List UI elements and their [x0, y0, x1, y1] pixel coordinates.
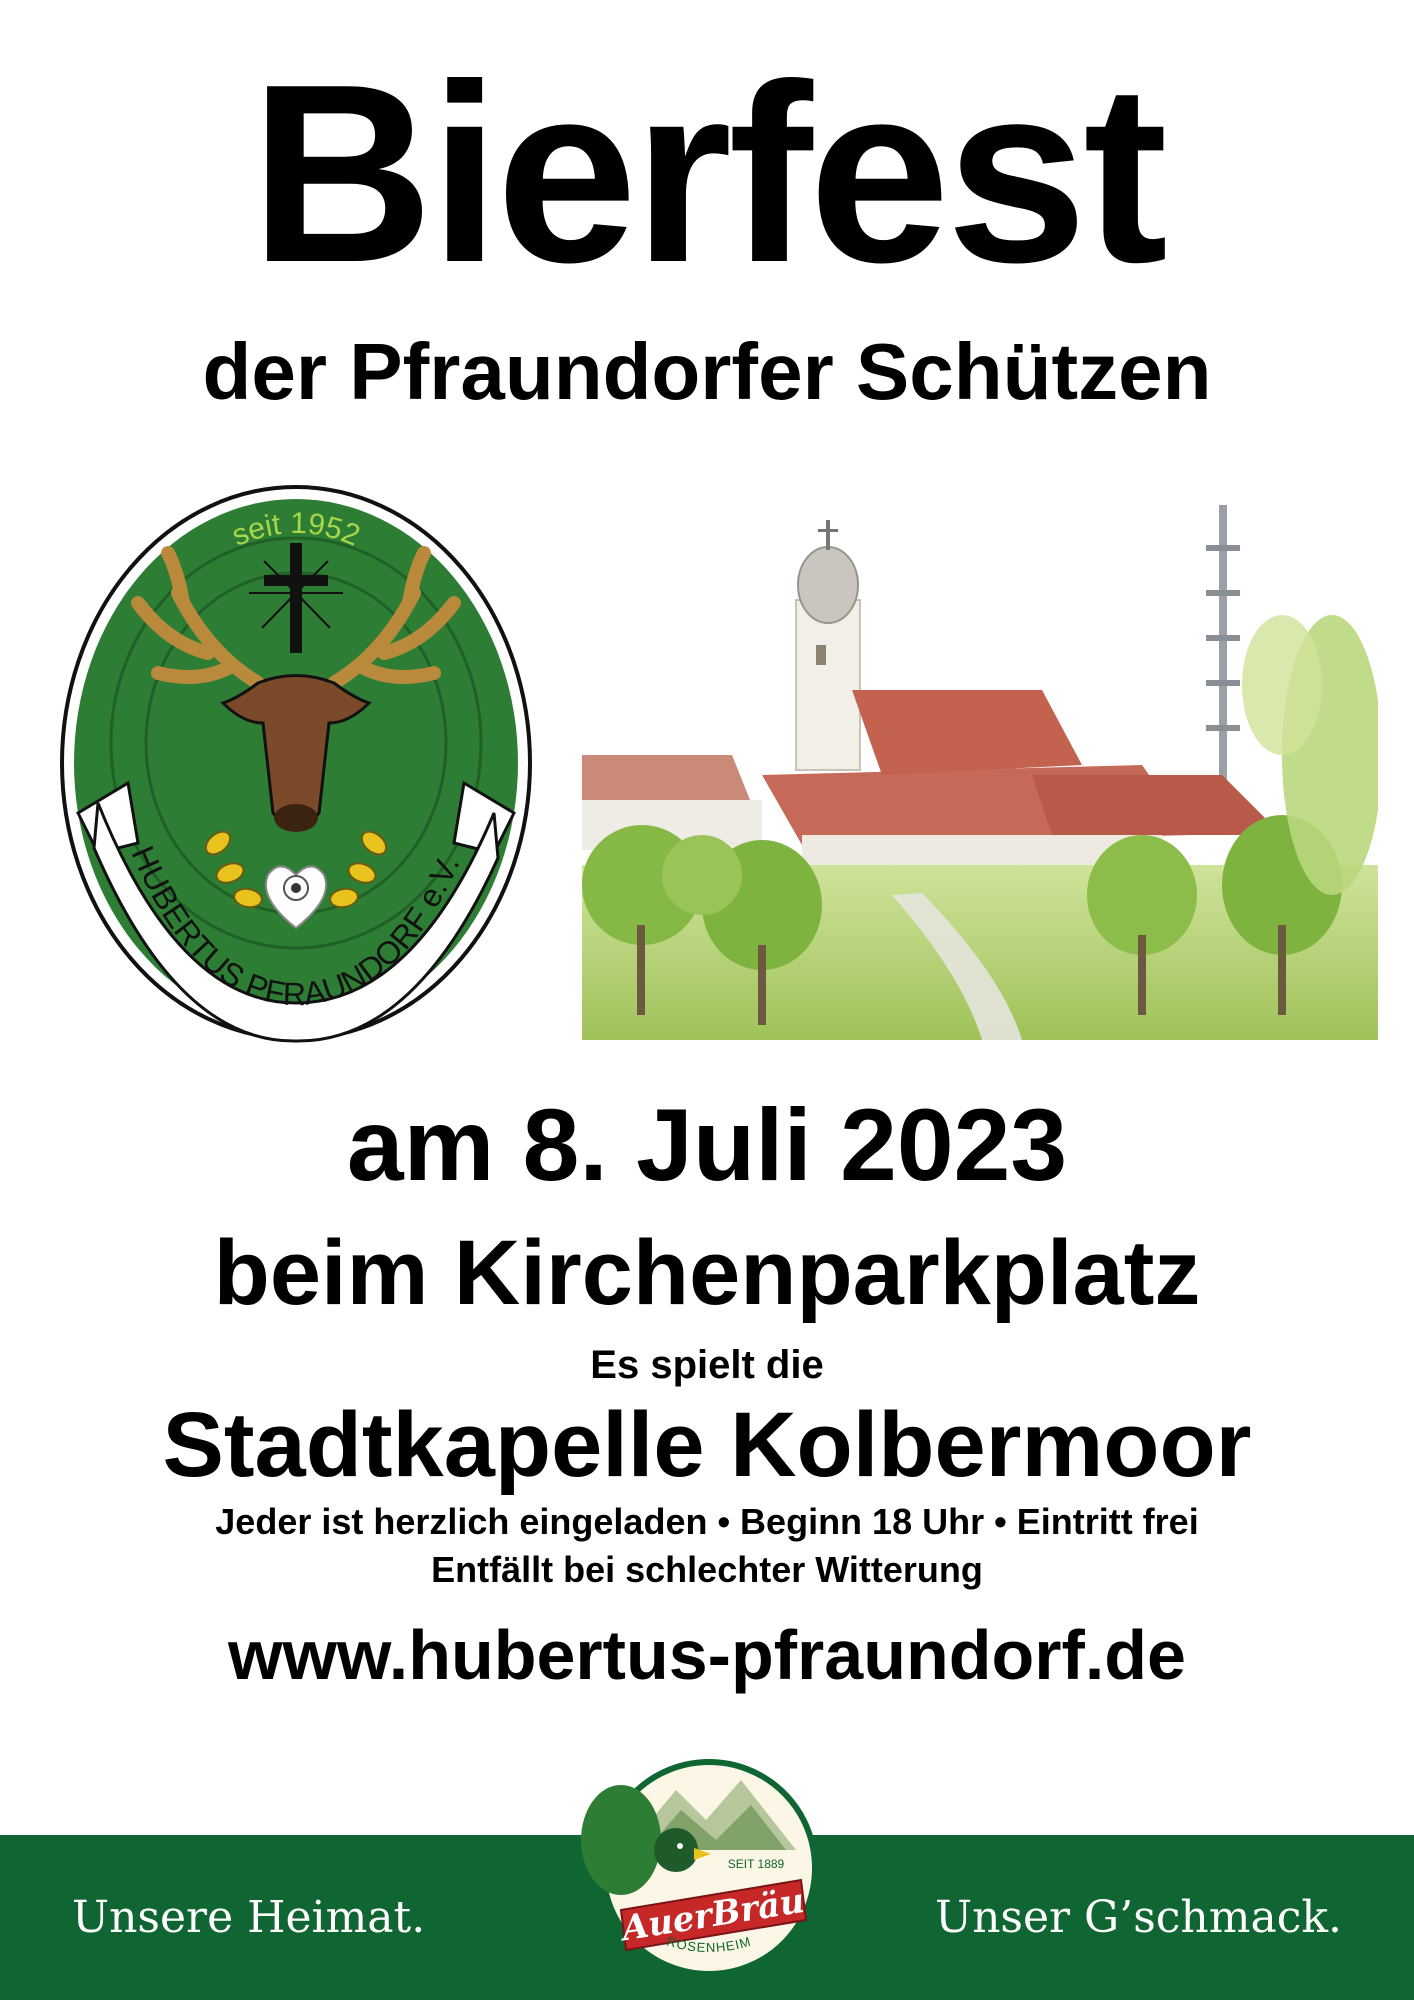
band-name: Stadtkapelle Kolbermoor	[162, 1394, 1252, 1496]
slogan-right: Unser G’schmack.	[935, 1892, 1342, 1943]
slogan-left: Unsere Heimat.	[72, 1892, 426, 1943]
weather-note: Entfällt bei schlechter Witterung	[431, 1549, 983, 1590]
event-date: am 8. Juli 2023	[346, 1088, 1068, 1202]
poster-title: Bierfest	[250, 31, 1168, 315]
church-tower-icon	[795, 520, 861, 771]
since-text: SEIT 1889	[728, 1857, 785, 1871]
club-emblem: seit 1952 HUBERTUS PFRAUNDORF e.V.	[60, 485, 532, 1043]
auerbraeu-logo: SEIT 1889 AuerBräu ROSENHEIM	[581, 1759, 818, 1977]
event-location: beim Kirchenparkplatz	[213, 1222, 1201, 1324]
poster-subtitle: der Pfraundorfer Schützen	[202, 327, 1212, 416]
info-line: Jeder ist herzlich eingeladen • Beginn 1…	[215, 1501, 1199, 1542]
village-illustration	[582, 505, 1378, 1040]
plays-intro: Es spielt die	[590, 1343, 824, 1387]
website-link[interactable]: www.hubertus-pfraundorf.de	[0, 1612, 1414, 1698]
